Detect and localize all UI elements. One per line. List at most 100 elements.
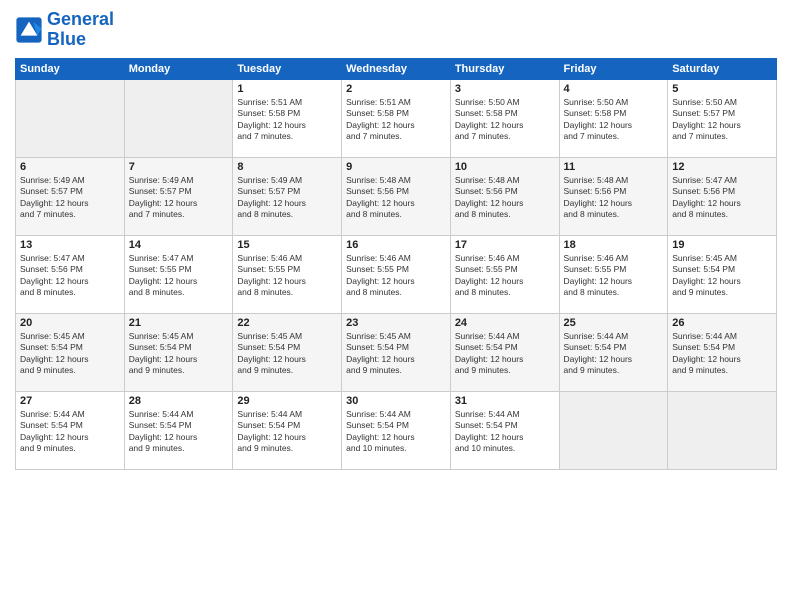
day-info: Sunrise: 5:44 AM Sunset: 5:54 PM Dayligh… [672, 331, 772, 377]
week-row: 6 Sunrise: 5:49 AM Sunset: 5:57 PM Daylig… [16, 157, 777, 235]
calendar-cell: 28Sunrise: 5:44 AM Sunset: 5:54 PM Dayli… [124, 391, 233, 469]
day-number: 14 [129, 239, 229, 251]
day-info: Sunrise: 5:44 AM Sunset: 5:54 PM Dayligh… [564, 331, 664, 377]
day-info: Sunrise: 5:47 AM Sunset: 5:56 PM Dayligh… [20, 253, 120, 299]
day-number: 17 [455, 239, 555, 251]
day-number: 11 [564, 161, 664, 173]
day-number: 27 [20, 395, 120, 407]
day-number: 20 [20, 317, 120, 329]
day-number: 13 [20, 239, 120, 251]
header-cell-tuesday: Tuesday [233, 58, 342, 79]
day-info: Sunrise: 5:51 AM Sunset: 5:58 PM Dayligh… [237, 97, 337, 143]
calendar-cell: 20 Sunrise: 5:45 AM Sunset: 5:54 PM Dayli… [16, 313, 125, 391]
day-info: Sunrise: 5:50 AM Sunset: 5:58 PM Dayligh… [455, 97, 555, 143]
day-info: Sunrise: 5:48 AM Sunset: 5:56 PM Dayligh… [564, 175, 664, 221]
day-info: Sunrise: 5:50 AM Sunset: 5:58 PM Dayligh… [564, 97, 664, 143]
header-cell-wednesday: Wednesday [342, 58, 451, 79]
week-row: 20 Sunrise: 5:45 AM Sunset: 5:54 PM Dayli… [16, 313, 777, 391]
day-info: Sunrise: 5:48 AM Sunset: 5:56 PM Dayligh… [455, 175, 555, 221]
calendar-cell: 22 Sunrise: 5:45 AM Sunset: 5:54 PM Dayli… [233, 313, 342, 391]
calendar-cell: 27 Sunrise: 5:44 AM Sunset: 5:54 PM Dayli… [16, 391, 125, 469]
calendar-cell: 9 Sunrise: 5:48 AM Sunset: 5:56 PM Daylig… [342, 157, 451, 235]
day-number: 25 [564, 317, 664, 329]
day-number: 16 [346, 239, 446, 251]
header-cell-saturday: Saturday [668, 58, 777, 79]
calendar-cell: 26 Sunrise: 5:44 AM Sunset: 5:54 PM Dayli… [668, 313, 777, 391]
day-number: 6 [20, 161, 120, 173]
calendar-cell: 25 Sunrise: 5:44 AM Sunset: 5:54 PM Dayli… [559, 313, 668, 391]
header-cell-friday: Friday [559, 58, 668, 79]
day-number: 1 [237, 83, 337, 95]
calendar-cell [559, 391, 668, 469]
day-info: Sunrise: 5:46 AM Sunset: 5:55 PM Dayligh… [237, 253, 337, 299]
calendar-cell [16, 79, 125, 157]
calendar-cell: 21 Sunrise: 5:45 AM Sunset: 5:54 PM Dayli… [124, 313, 233, 391]
day-number: 10 [455, 161, 555, 173]
day-info: Sunrise: 5:45 AM Sunset: 5:54 PM Dayligh… [346, 331, 446, 377]
day-info: Sunrise: 5:44 AM Sunset: 5:54 PM Dayligh… [20, 409, 120, 455]
day-info: Sunrise: 5:47 AM Sunset: 5:55 PM Dayligh… [129, 253, 229, 299]
day-info: Sunrise: 5:50 AM Sunset: 5:57 PM Dayligh… [672, 97, 772, 143]
day-number: 31 [455, 395, 555, 407]
day-number: 29 [237, 395, 337, 407]
day-info: Sunrise: 5:45 AM Sunset: 5:54 PM Dayligh… [237, 331, 337, 377]
day-info: Sunrise: 5:45 AM Sunset: 5:54 PM Dayligh… [20, 331, 120, 377]
day-info: Sunrise: 5:44 AM Sunset: 5:54 PM Dayligh… [237, 409, 337, 455]
day-info: Sunrise: 5:46 AM Sunset: 5:55 PM Dayligh… [455, 253, 555, 299]
day-number: 15 [237, 239, 337, 251]
calendar-cell: 15 Sunrise: 5:46 AM Sunset: 5:55 PM Dayli… [233, 235, 342, 313]
header-cell-thursday: Thursday [450, 58, 559, 79]
day-number: 12 [672, 161, 772, 173]
day-info: Sunrise: 5:44 AM Sunset: 5:54 PM Dayligh… [455, 409, 555, 455]
calendar-cell: 30 Sunrise: 5:44 AM Sunset: 5:54 PM Dayli… [342, 391, 451, 469]
week-row: 13 Sunrise: 5:47 AM Sunset: 5:56 PM Dayli… [16, 235, 777, 313]
day-number: 24 [455, 317, 555, 329]
calendar-cell: 16 Sunrise: 5:46 AM Sunset: 5:55 PM Dayli… [342, 235, 451, 313]
day-info: Sunrise: 5:45 AM Sunset: 5:54 PM Dayligh… [129, 331, 229, 377]
day-info: Sunrise: 5:47 AM Sunset: 5:56 PM Dayligh… [672, 175, 772, 221]
calendar-cell: 17 Sunrise: 5:46 AM Sunset: 5:55 PM Dayli… [450, 235, 559, 313]
day-info: Sunrise: 5:48 AM Sunset: 5:56 PM Dayligh… [346, 175, 446, 221]
calendar-cell: 24 Sunrise: 5:44 AM Sunset: 5:54 PM Dayli… [450, 313, 559, 391]
day-number: 23 [346, 317, 446, 329]
day-number: 26 [672, 317, 772, 329]
day-info: Sunrise: 5:46 AM Sunset: 5:55 PM Dayligh… [346, 253, 446, 299]
day-number: 3 [455, 83, 555, 95]
day-number: 28 [129, 395, 229, 407]
logo: General Blue [15, 10, 114, 50]
day-number: 2 [346, 83, 446, 95]
calendar-cell: 23 Sunrise: 5:45 AM Sunset: 5:54 PM Dayli… [342, 313, 451, 391]
day-number: 22 [237, 317, 337, 329]
calendar-cell: 8Sunrise: 5:49 AM Sunset: 5:57 PM Daylig… [233, 157, 342, 235]
day-info: Sunrise: 5:45 AM Sunset: 5:54 PM Dayligh… [672, 253, 772, 299]
calendar-cell: 3 Sunrise: 5:50 AM Sunset: 5:58 PM Daylig… [450, 79, 559, 157]
day-info: Sunrise: 5:49 AM Sunset: 5:57 PM Dayligh… [20, 175, 120, 221]
day-info: Sunrise: 5:49 AM Sunset: 5:57 PM Dayligh… [129, 175, 229, 221]
day-number: 4 [564, 83, 664, 95]
day-number: 5 [672, 83, 772, 95]
day-number: 19 [672, 239, 772, 251]
day-info: Sunrise: 5:51 AM Sunset: 5:58 PM Dayligh… [346, 97, 446, 143]
calendar-cell: 29 Sunrise: 5:44 AM Sunset: 5:54 PM Dayli… [233, 391, 342, 469]
calendar-cell: 14 Sunrise: 5:47 AM Sunset: 5:55 PM Dayli… [124, 235, 233, 313]
calendar-cell: 6 Sunrise: 5:49 AM Sunset: 5:57 PM Daylig… [16, 157, 125, 235]
calendar-cell [668, 391, 777, 469]
day-number: 9 [346, 161, 446, 173]
logo-text: General Blue [47, 10, 114, 50]
calendar-cell: 12 Sunrise: 5:47 AM Sunset: 5:56 PM Dayli… [668, 157, 777, 235]
day-number: 7 [129, 161, 229, 173]
header-row: SundayMondayTuesdayWednesdayThursdayFrid… [16, 58, 777, 79]
calendar-cell: 7 Sunrise: 5:49 AM Sunset: 5:57 PM Daylig… [124, 157, 233, 235]
week-row: 27 Sunrise: 5:44 AM Sunset: 5:54 PM Dayli… [16, 391, 777, 469]
day-info: Sunrise: 5:44 AM Sunset: 5:54 PM Dayligh… [346, 409, 446, 455]
day-info: Sunrise: 5:44 AM Sunset: 5:54 PM Dayligh… [455, 331, 555, 377]
calendar-cell: 1 Sunrise: 5:51 AM Sunset: 5:58 PM Daylig… [233, 79, 342, 157]
day-number: 18 [564, 239, 664, 251]
day-number: 8 [237, 161, 337, 173]
day-number: 30 [346, 395, 446, 407]
calendar-cell: 11 Sunrise: 5:48 AM Sunset: 5:56 PM Dayli… [559, 157, 668, 235]
calendar-cell: 31 Sunrise: 5:44 AM Sunset: 5:54 PM Dayli… [450, 391, 559, 469]
day-number: 21 [129, 317, 229, 329]
calendar-cell [124, 79, 233, 157]
calendar-cell: 19 Sunrise: 5:45 AM Sunset: 5:54 PM Dayli… [668, 235, 777, 313]
